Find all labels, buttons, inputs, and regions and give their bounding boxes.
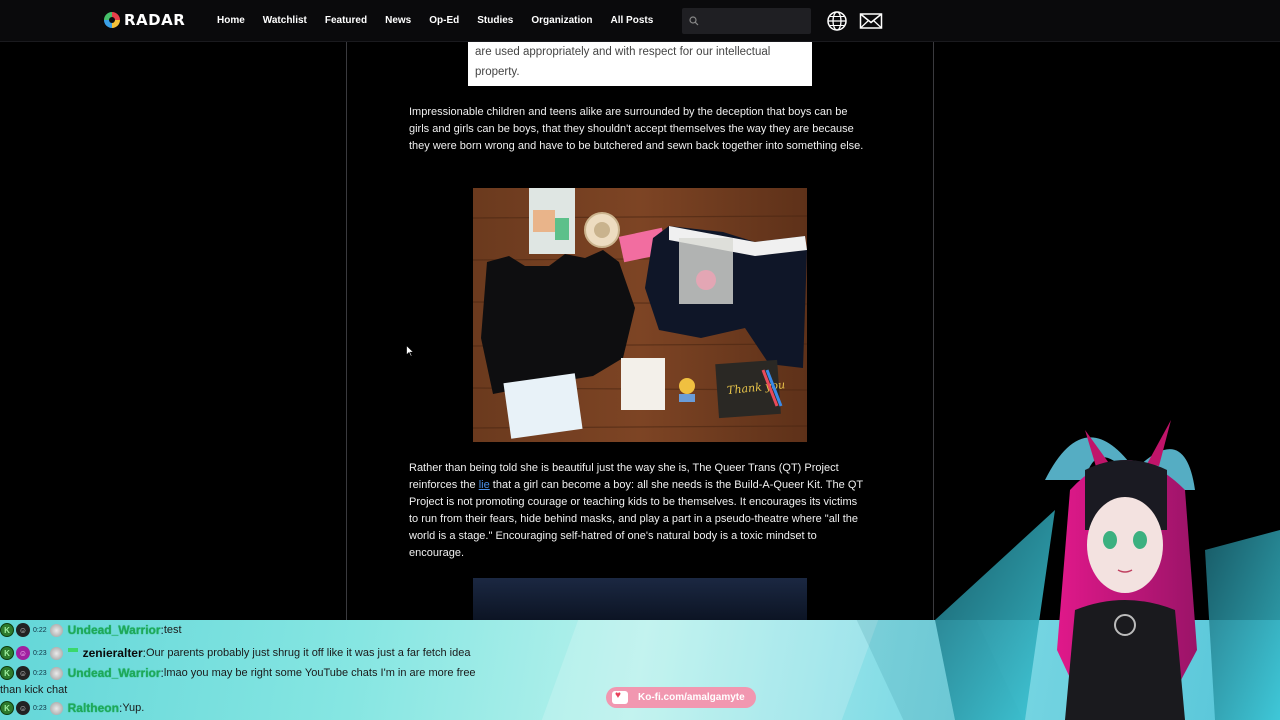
chat-timestamp: 0:23: [33, 669, 47, 677]
screen: RADAR Home Watchlist Featured News Op-Ed…: [0, 0, 1280, 720]
logo-icon: [104, 12, 120, 28]
chat-message: K ☺ 0:23 Undead_Warrior: lmao you may be…: [0, 666, 476, 680]
kick-badge-icon: K: [0, 623, 14, 637]
user-badge-icon: ☺: [16, 701, 30, 715]
article-photo-2: [473, 578, 807, 620]
nav-link-organization[interactable]: Organization: [531, 15, 592, 26]
article-paragraph-1: Impressionable children and teens alike …: [409, 106, 864, 152]
kofi-link-button[interactable]: Ko-fi.com/amalgamyte: [606, 687, 756, 708]
logo-text: RADAR: [124, 11, 186, 29]
nav-link-home[interactable]: Home: [217, 15, 245, 26]
nav-link-all-posts[interactable]: All Posts: [610, 15, 653, 26]
kofi-cup-icon: [612, 690, 628, 704]
lie-link[interactable]: lie: [479, 479, 490, 491]
chat-message: K ☺ 0:23 zenieralter: Our parents probab…: [0, 646, 470, 660]
chat-text: Yup.: [122, 702, 145, 714]
copyright-notice-box: are used appropriately and with respect …: [468, 42, 812, 86]
chat-username[interactable]: Raltheon: [68, 701, 119, 715]
chat-username[interactable]: zenieralter: [83, 646, 143, 660]
article-border-left: [346, 42, 347, 620]
search-input[interactable]: [704, 15, 804, 27]
nav-link-watchlist[interactable]: Watchlist: [263, 15, 307, 26]
top-nav: RADAR Home Watchlist Featured News Op-Ed…: [0, 0, 1280, 42]
para2-text-after: that a girl can become a boy: all she ne…: [409, 479, 863, 559]
user-badge-icon: ☺: [16, 623, 30, 637]
article-paragraph-2: Rather than being told she is beautiful …: [409, 460, 869, 562]
chat-message-continued: than kick chat: [0, 684, 67, 696]
chat-text: than kick chat: [0, 684, 68, 696]
chat-text: test: [163, 624, 182, 636]
search-box[interactable]: [682, 8, 811, 34]
chat-timestamp: 0:22: [33, 626, 47, 634]
chat-username[interactable]: Undead_Warrior: [68, 623, 161, 637]
nav-link-news[interactable]: News: [385, 15, 411, 26]
level-badge-icon: [49, 623, 63, 637]
globe-icon[interactable]: [826, 10, 848, 32]
article-photo-kit: Thank you: [473, 188, 807, 442]
kofi-label: Ko-fi.com/amalgamyte: [638, 692, 745, 703]
article-border-right: [933, 42, 934, 620]
kick-badge-icon: K: [0, 666, 14, 680]
user-badge-icon: ☺: [16, 646, 30, 660]
chat-text: Our parents probably just shrug it off l…: [146, 647, 471, 659]
chat-timestamp: 0:23: [33, 649, 47, 657]
chat-message: K ☺ 0:22 Undead_Warrior: test: [0, 623, 182, 637]
nav-link-featured[interactable]: Featured: [325, 15, 367, 26]
nav-links: Home Watchlist Featured News Op-Ed Studi…: [217, 15, 671, 26]
level-badge-icon: [49, 666, 63, 680]
mouse-cursor-icon: [406, 345, 414, 357]
kick-badge-icon: K: [0, 646, 14, 660]
sub-badge-icon: [67, 648, 78, 652]
mail-icon[interactable]: [859, 10, 883, 32]
search-icon: [689, 16, 699, 26]
chat-username[interactable]: Undead_Warrior: [68, 666, 161, 680]
vtuber-avatar: [935, 420, 1280, 720]
site-logo[interactable]: RADAR: [104, 11, 185, 29]
level-badge-icon: [49, 646, 63, 660]
user-badge-icon: ☺: [16, 666, 30, 680]
chat-text: lmao you may be right some YouTube chats…: [163, 667, 476, 679]
level-badge-icon: [49, 701, 63, 715]
chat-message: K ☺ 0:23 Raltheon: Yup.: [0, 701, 144, 715]
nav-link-op-ed[interactable]: Op-Ed: [429, 15, 459, 26]
kick-badge-icon: K: [0, 701, 14, 715]
nav-link-studies[interactable]: Studies: [477, 15, 513, 26]
chat-timestamp: 0:23: [33, 704, 47, 712]
